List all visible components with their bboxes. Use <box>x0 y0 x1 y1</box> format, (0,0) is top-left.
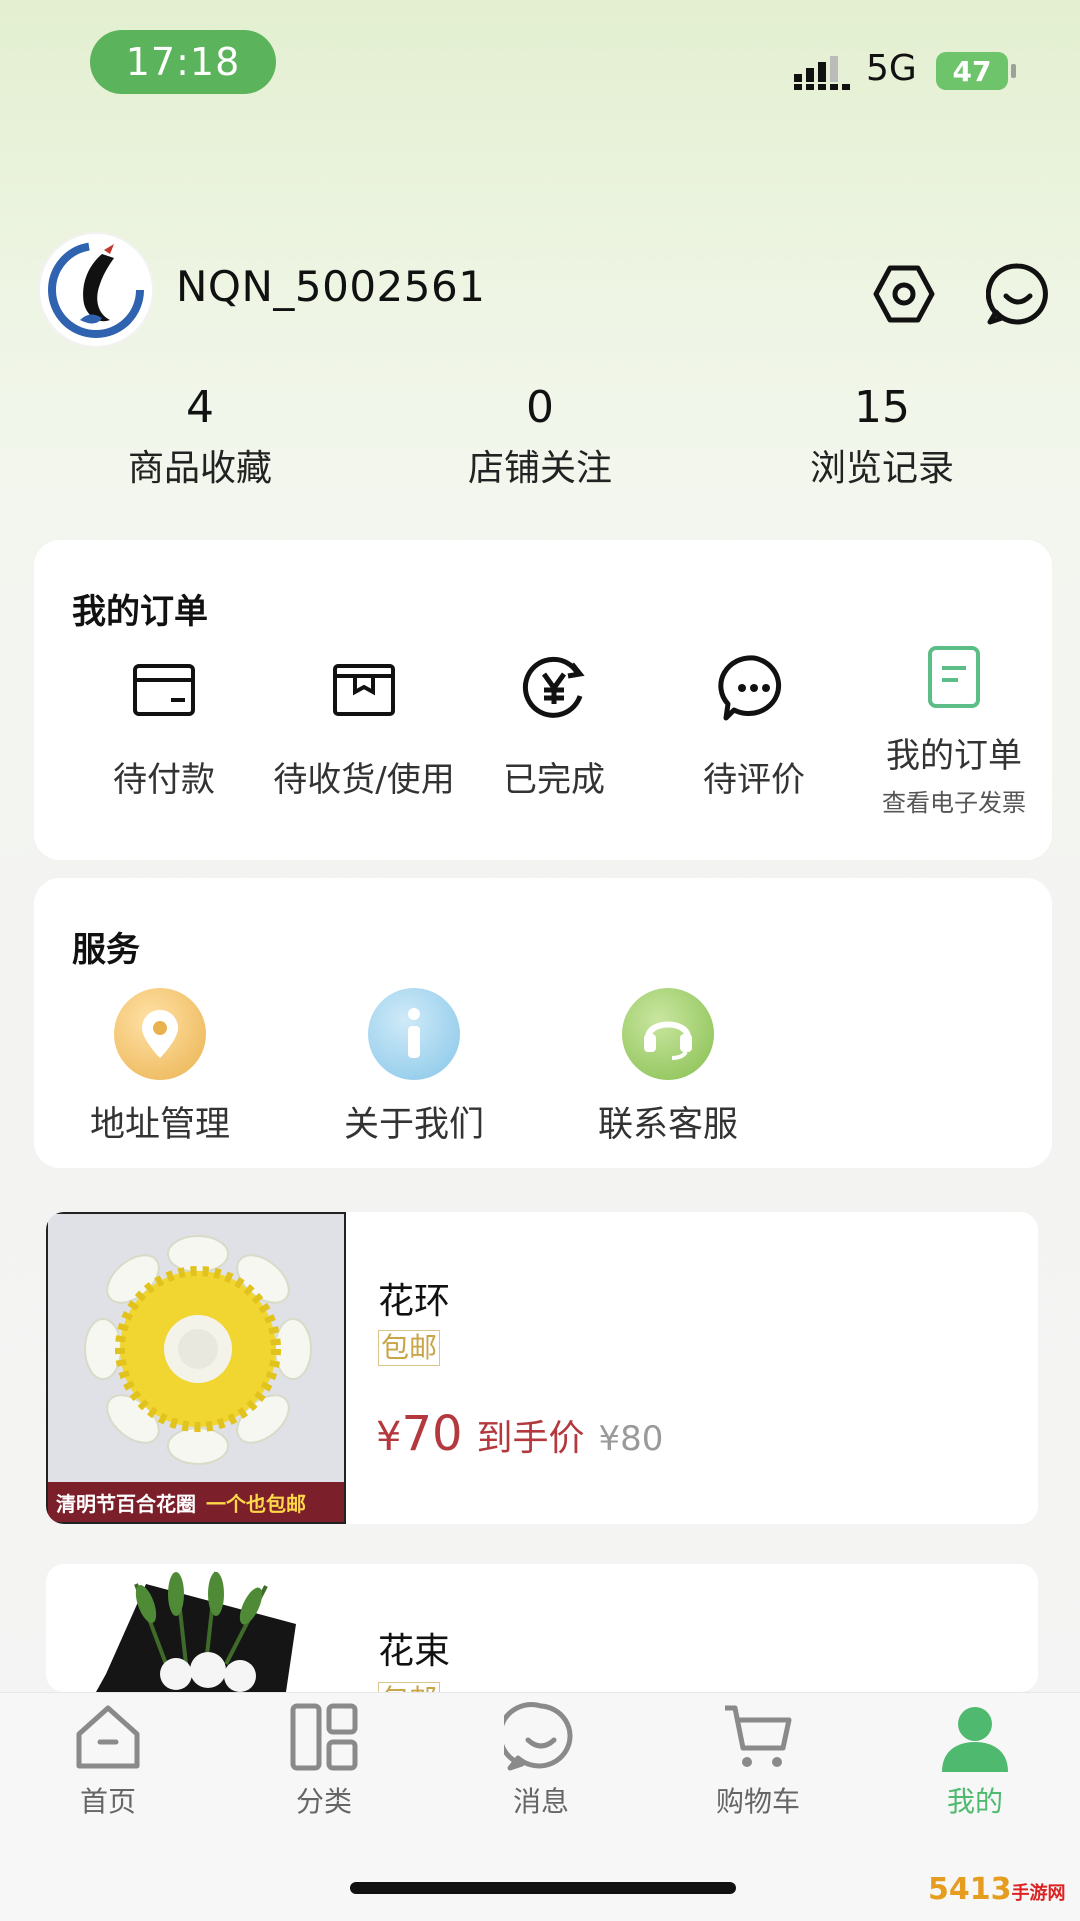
comment-icon <box>718 655 782 721</box>
watermark-suffix: 手游网 <box>1011 1883 1066 1904</box>
network-type: 5G <box>866 48 917 89</box>
product-price: ¥70 到手价 ¥80 <box>376 1406 663 1462</box>
tab-label: 我的 <box>946 1785 1003 1818</box>
orders-title: 我的订单 <box>72 592 208 632</box>
wallet-icon <box>133 664 195 716</box>
package-icon <box>333 664 395 716</box>
tab-category[interactable]: 分类 <box>249 1700 399 1820</box>
battery-level: 47 <box>952 54 992 88</box>
document-icon <box>928 646 980 708</box>
stat-value: 0 <box>526 382 554 433</box>
username: NQN_5002561 <box>176 262 486 311</box>
watermark: 5413手游网 <box>928 1872 1078 1920</box>
headset-icon <box>622 988 714 1080</box>
tab-home[interactable]: 首页 <box>33 1700 183 1820</box>
status-time: 17:18 <box>90 30 276 94</box>
banner-text: 清明节百合花圈 <box>56 1491 196 1516</box>
stat-label: 商品收藏 <box>127 448 272 489</box>
info-icon <box>368 988 460 1080</box>
service-label: 关于我们 <box>343 1105 484 1145</box>
home-indicator <box>350 1882 736 1894</box>
product-banner: 清明节百合花圈 一个也包邮 <box>48 1482 344 1522</box>
price-label: 到手价 <box>476 1418 585 1459</box>
order-label: 我的订单 <box>886 736 1022 776</box>
category-grid-icon <box>290 1703 358 1771</box>
service-label: 联系客服 <box>597 1105 738 1145</box>
stat-value: 4 <box>186 382 214 433</box>
customer-chat-icon[interactable] <box>986 262 1050 326</box>
battery-indicator: 47 <box>936 52 1016 90</box>
home-icon <box>76 1705 140 1769</box>
product-card[interactable]: 清明节百合花圈 一个也包邮 花环 包邮 ¥70 到手价 ¥80 <box>46 1212 1038 1524</box>
tab-mine[interactable]: 我的 <box>900 1700 1050 1820</box>
services-card: 服务 地址管理 关于我们 联系客服 <box>34 878 1052 1168</box>
avatar[interactable] <box>40 234 152 346</box>
avatar-logo-icon <box>48 242 144 338</box>
service-support[interactable]: 联系客服 <box>568 988 768 1147</box>
order-completed[interactable]: 已完成 <box>454 652 654 801</box>
order-label: 待评价 <box>703 760 805 800</box>
user-icon <box>942 1707 1008 1772</box>
original-price: ¥80 <box>598 1419 664 1459</box>
product-title: 花束 <box>378 1631 451 1672</box>
tab-messages[interactable]: 消息 <box>466 1700 616 1820</box>
tab-label: 首页 <box>79 1785 136 1818</box>
banner-highlight: 一个也包邮 <box>206 1491 306 1516</box>
tab-label: 购物车 <box>715 1785 800 1818</box>
tab-label: 分类 <box>295 1785 352 1818</box>
wreath-image <box>48 1214 344 1486</box>
product-image: 清明节百合花圈 一个也包邮 <box>46 1212 346 1524</box>
stat-browse-history[interactable]: 15 浏览记录 <box>752 380 1012 492</box>
stat-value: 15 <box>854 382 910 433</box>
stat-followed-shops[interactable]: 0 店铺关注 <box>410 380 670 492</box>
product-image <box>46 1564 346 1692</box>
product-card[interactable]: 花束 包邮 <box>46 1564 1038 1692</box>
watermark-text: 5413 <box>928 1872 1012 1907</box>
price-value: 70 <box>401 1406 463 1462</box>
order-sublabel[interactable]: 查看电子发票 <box>854 783 1054 818</box>
orders-card: 我的订单 待付款 待收货/使用 已完成 待评价 我的订单 查看电子发票 <box>34 540 1052 860</box>
order-pending-review[interactable]: 待评价 <box>654 652 854 801</box>
stat-label: 浏览记录 <box>809 448 954 489</box>
price-currency: ¥ <box>376 1414 402 1460</box>
order-all-orders[interactable]: 我的订单 查看电子发票 <box>854 644 1054 818</box>
bouquet-image <box>96 1571 296 1692</box>
tab-label: 消息 <box>512 1785 569 1818</box>
service-address[interactable]: 地址管理 <box>60 988 260 1147</box>
free-shipping-tag: 包邮 <box>378 1330 441 1366</box>
yen-refresh-icon <box>522 656 585 718</box>
message-icon <box>497 1702 573 1771</box>
stat-favorites[interactable]: 4 商品收藏 <box>70 380 330 492</box>
tab-cart[interactable]: 购物车 <box>683 1700 833 1820</box>
order-label: 已完成 <box>503 760 605 800</box>
service-about[interactable]: 关于我们 <box>314 988 514 1147</box>
services-title: 服务 <box>72 930 140 970</box>
signal-icon <box>794 56 850 90</box>
service-label: 地址管理 <box>89 1105 230 1145</box>
free-shipping-tag: 包邮 <box>378 1682 441 1692</box>
stat-label: 店铺关注 <box>467 448 612 489</box>
location-pin-icon <box>114 988 206 1080</box>
product-title: 花环 <box>378 1281 451 1322</box>
settings-icon[interactable] <box>872 262 936 326</box>
cart-icon <box>725 1705 792 1767</box>
